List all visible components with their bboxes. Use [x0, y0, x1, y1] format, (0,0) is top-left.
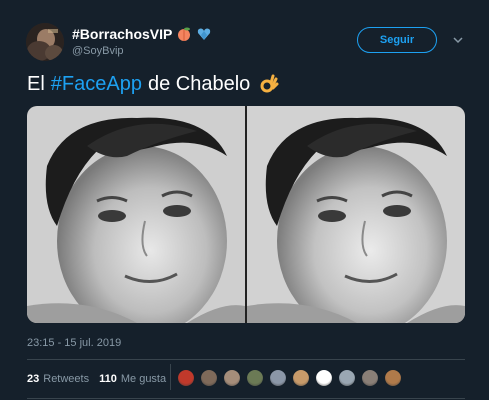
liker-avatar[interactable] [269, 369, 287, 387]
author-display-name[interactable]: #BorrachosVIP [72, 26, 172, 42]
liker-avatar[interactable] [223, 369, 241, 387]
follow-button[interactable]: Seguir [357, 27, 437, 53]
tweet-card: #BorrachosVIP @SoyBvip Seguir El #FaceAp… [0, 0, 489, 400]
divider [27, 359, 465, 360]
likes-count[interactable]: 110 [99, 373, 117, 385]
liker-avatar[interactable] [246, 369, 264, 387]
liker-avatar[interactable] [384, 369, 402, 387]
liked-by-avatars [177, 369, 407, 387]
tweet-text-before: El [27, 73, 45, 95]
liker-avatar[interactable] [315, 369, 333, 387]
liker-avatar[interactable] [292, 369, 310, 387]
chevron-down-icon[interactable] [452, 33, 464, 45]
tweet-stats: 23 Retweets 110 Me gusta [27, 373, 166, 385]
ok-hand-icon [258, 74, 280, 96]
liker-avatar[interactable] [338, 369, 356, 387]
divider [27, 398, 465, 399]
liker-avatar[interactable] [177, 369, 195, 387]
author-handle[interactable]: @SoyBvip [72, 45, 124, 57]
liker-avatar[interactable] [361, 369, 379, 387]
retweets-count[interactable]: 23 [27, 373, 39, 385]
tweet-hashtag-link[interactable]: #FaceApp [51, 73, 142, 96]
peach-icon [176, 26, 192, 42]
tweet-timestamp[interactable]: 23:15 - 15 jul. 2019 [27, 337, 121, 349]
tweet-text-after: de Chabelo [147, 73, 251, 95]
stats-separator [170, 364, 171, 390]
likes-label[interactable]: Me gusta [121, 373, 166, 385]
author-display-name-row[interactable]: #BorrachosVIP [72, 26, 212, 42]
tweet-text: El #FaceApp de Chabelo [27, 73, 280, 96]
liker-avatar[interactable] [200, 369, 218, 387]
photo-faceapp[interactable] [247, 106, 465, 323]
photo-original[interactable] [27, 106, 245, 323]
blue-heart-icon [196, 26, 212, 42]
retweets-label[interactable]: Retweets [43, 373, 89, 385]
tweet-media [27, 106, 465, 323]
author-avatar[interactable] [26, 23, 64, 61]
